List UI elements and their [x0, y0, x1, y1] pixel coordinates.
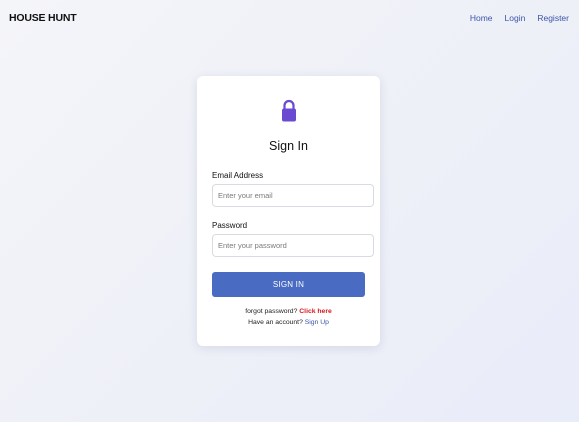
lock-icon	[282, 99, 296, 122]
password-field[interactable]	[212, 234, 374, 257]
sign-in-card: Sign In Email Address Password SIGN IN f…	[197, 76, 380, 346]
brand-logo[interactable]: HOUSE HUNT	[9, 12, 77, 24]
forgot-password-line: forgot password? Click here	[197, 308, 380, 315]
email-field[interactable]	[212, 184, 374, 207]
forgot-password-text: forgot password?	[245, 308, 298, 315]
have-account-text: Have an account?	[248, 319, 303, 326]
nav-link-login[interactable]: Login	[505, 13, 526, 23]
forgot-password-link[interactable]: Click here	[299, 308, 332, 315]
sign-in-button[interactable]: SIGN IN	[212, 272, 365, 297]
email-label: Email Address	[212, 171, 264, 180]
sign-up-link[interactable]: Sign Up	[305, 319, 329, 326]
signup-line: Have an account? Sign Up	[197, 319, 380, 326]
nav-link-home[interactable]: Home	[470, 13, 493, 23]
navbar: HOUSE HUNT Home Login Register	[0, 0, 579, 38]
nav-link-register[interactable]: Register	[537, 13, 569, 23]
page-title: Sign In	[269, 139, 308, 153]
password-label: Password	[212, 221, 248, 230]
nav-links: Home Login Register	[470, 13, 569, 23]
